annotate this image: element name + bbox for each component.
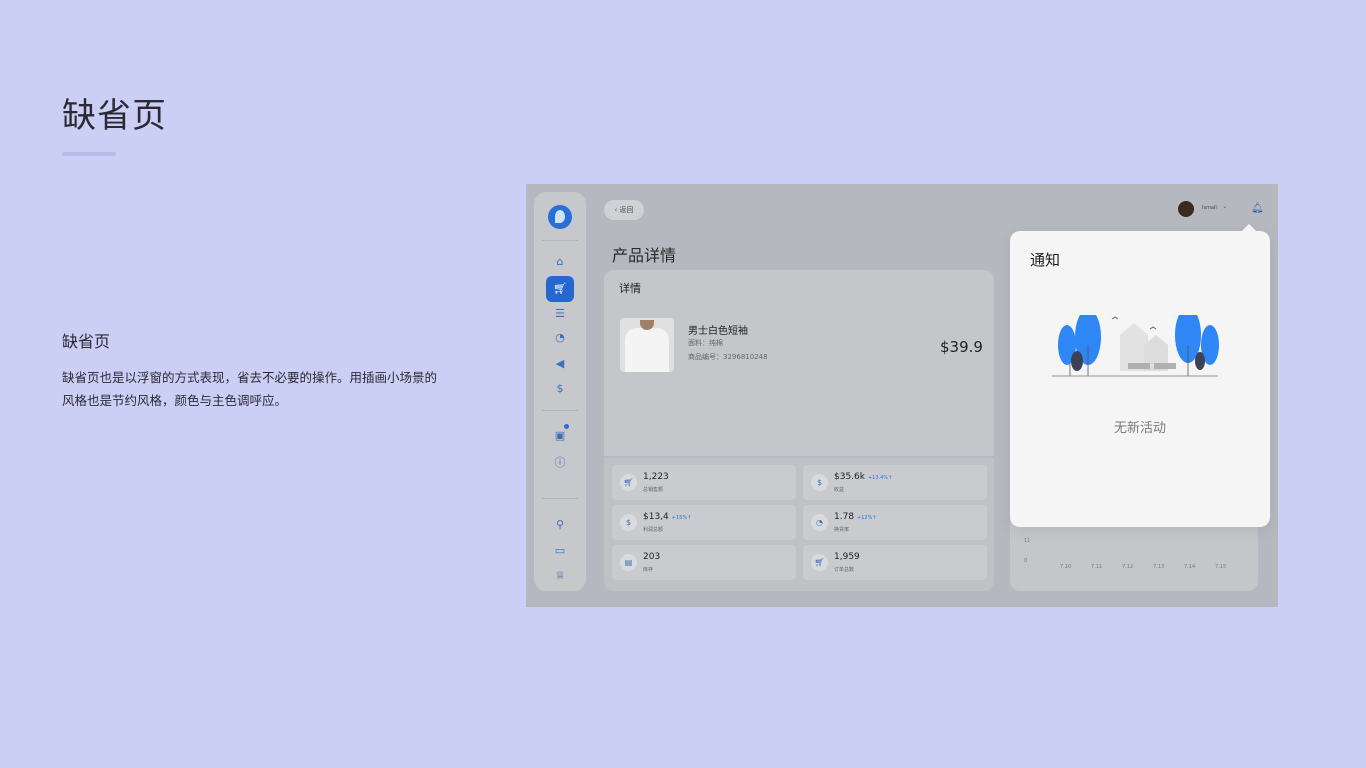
x-tick: 7.12 xyxy=(1122,564,1134,570)
stat-label: 利润总额 xyxy=(643,527,664,533)
x-tick: 7.13 xyxy=(1153,564,1165,570)
title-underline xyxy=(62,152,116,156)
dark-bush xyxy=(1071,351,1083,371)
cart-icon[interactable]: 🛒︎ xyxy=(546,276,574,302)
bell-icon[interactable]: 🔔︎ xyxy=(1251,203,1264,214)
pie-chart-icon: ◔ xyxy=(811,514,828,531)
stat-value: $35.6k xyxy=(834,472,865,482)
x-tick: 7.14 xyxy=(1184,564,1196,570)
stat-value: 203 xyxy=(643,552,661,562)
sidebar-divider xyxy=(542,240,578,241)
stat-delta: +13.4%↑ xyxy=(867,475,893,481)
product-name: 男士白色短袖 xyxy=(688,326,748,337)
product-image xyxy=(620,318,674,372)
section-title: 缺省页 xyxy=(62,332,111,351)
stat-value: $13,4 xyxy=(643,512,669,522)
dollar-icon: $ xyxy=(811,474,828,491)
notification-badge xyxy=(564,424,569,429)
megaphone-icon[interactable]: ◀ xyxy=(546,352,574,376)
description-line-2: 风格也是节约风格，颜色与主色调呼应。 xyxy=(62,393,288,408)
x-tick: 7.15 xyxy=(1215,564,1227,570)
product-material: 面料：纯棉 xyxy=(688,339,723,347)
stat-value: 1,223 xyxy=(643,472,669,482)
product-code: 商品编号：3296810248 xyxy=(688,353,768,361)
x-tick: 7.11 xyxy=(1091,564,1103,570)
dark-bush xyxy=(1195,352,1205,370)
chevron-down-icon: ⌄ xyxy=(1222,202,1228,210)
stat-card: $ $13,4 +15%↑ 利润总额 xyxy=(612,505,796,540)
sidebar-divider xyxy=(542,498,578,499)
x-tick: 7.10 xyxy=(1060,564,1072,570)
notification-popup: 通知 无新活动 xyxy=(1010,231,1270,527)
list-icon[interactable]: ☰ xyxy=(546,302,574,326)
bench-shape xyxy=(1154,363,1176,369)
empty-state-text: 无新活动 xyxy=(1113,421,1166,436)
plug-icon[interactable]: ⚲ xyxy=(546,513,574,537)
pie-chart-icon[interactable]: ◔ xyxy=(546,326,574,350)
stat-delta: +15%↑ xyxy=(671,515,692,521)
stat-card: 🛒︎ 1,959 订单总数 xyxy=(803,545,987,580)
home-icon[interactable]: ⌂ xyxy=(546,250,574,274)
stat-label: 库存 xyxy=(643,567,654,573)
crown-icon[interactable]: ♕ xyxy=(546,564,574,588)
empty-state-illustration xyxy=(1052,315,1219,377)
bench-shape xyxy=(1128,363,1150,369)
avatar xyxy=(1178,201,1194,217)
cart-icon: 🛒︎ xyxy=(620,474,637,491)
sidebar-divider xyxy=(542,410,578,411)
bird-shape xyxy=(1111,316,1119,320)
stat-card: $ $35.6k +13.4%↑ 收益 xyxy=(803,465,987,500)
app-screenshot: ⌂ 🛒︎ ☰ ◔ ◀ $ ▣ ⓘ ⚲ ▭ ♕ ‹ 返回 产品详情 详情 男士白色… xyxy=(526,184,1278,607)
app-logo[interactable] xyxy=(548,205,572,229)
product-price: $39.9 xyxy=(940,338,983,356)
stat-value: 1.78 xyxy=(834,512,855,522)
stat-value: 1,959 xyxy=(834,552,860,562)
box-icon: ▤ xyxy=(620,554,637,571)
inbox-icon[interactable]: ▣ xyxy=(546,424,574,448)
stat-label: 收益 xyxy=(834,487,845,493)
stat-label: 订单总数 xyxy=(834,567,855,573)
description-line-1: 缺省页也是以浮窗的方式表现，省去不必要的操作。用插画小场景的 xyxy=(62,370,438,385)
stat-delta: +12%↑ xyxy=(857,515,877,521)
detail-label: 详情 xyxy=(619,282,641,295)
toggle-icon[interactable]: ▭ xyxy=(546,539,574,563)
product-detail-title: 产品详情 xyxy=(612,246,677,265)
stat-label: 总销售额 xyxy=(643,487,664,493)
y-tick: 11 xyxy=(1024,538,1031,544)
dollar-icon: $ xyxy=(620,514,637,531)
stat-card: 🛒︎ 1,223 总销售额 xyxy=(612,465,796,500)
stat-label: 换货率 xyxy=(834,527,850,533)
user-name: Ismail xyxy=(1202,205,1217,211)
stat-card: ◔ 1.78 +12%↑ 换货率 xyxy=(803,505,987,540)
stat-card: ▤ 203 库存 xyxy=(612,545,796,580)
sidebar: ⌂ 🛒︎ ☰ ◔ ◀ $ ▣ ⓘ ⚲ ▭ ♕ xyxy=(534,192,586,591)
notification-title: 通知 xyxy=(1030,251,1061,269)
info-icon[interactable]: ⓘ xyxy=(546,451,574,475)
stats-panel: 🛒︎ 1,223 总销售额 $ $35.6k +13.4%↑ 收益 $ $13,4… xyxy=(604,458,994,591)
back-button[interactable]: ‹ 返回 xyxy=(604,200,644,220)
tshirt-shape xyxy=(625,328,669,372)
page-title: 缺省页 xyxy=(62,96,167,136)
section-description: 缺省页也是以浮窗的方式表现，省去不必要的操作。用插画小场景的 风格也是节约风格，… xyxy=(62,366,462,412)
cart-icon: 🛒︎ xyxy=(811,554,828,571)
y-tick: 0 xyxy=(1024,558,1028,564)
dollar-icon[interactable]: $ xyxy=(546,377,574,401)
detail-card: 详情 男士白色短袖 面料：纯棉 商品编号：3296810248 $39.9 xyxy=(604,270,994,456)
bird-shape xyxy=(1149,326,1157,330)
